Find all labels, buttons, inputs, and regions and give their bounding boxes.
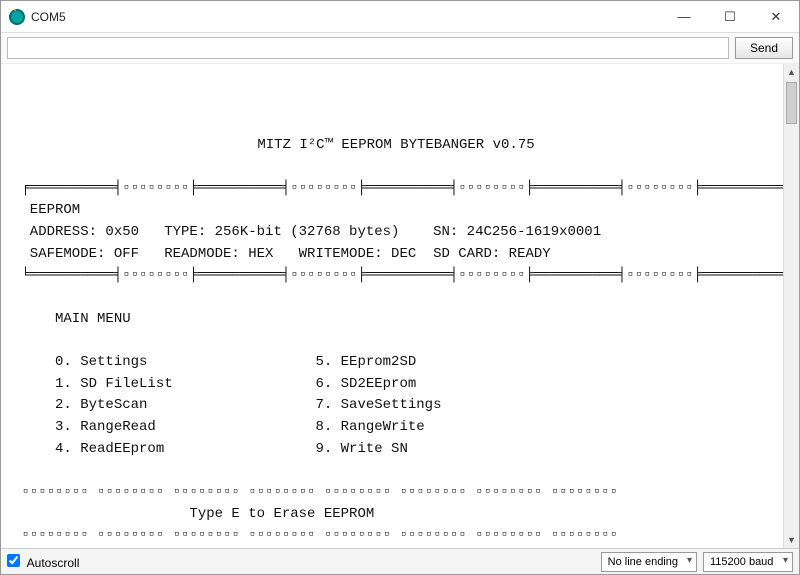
erase-hint: Type E to Erase EEPROM (13, 506, 374, 522)
menu-row: 2. ByteScan 7. SaveSettings (13, 397, 441, 413)
toolbar: Send (1, 33, 799, 64)
rule: ▫▫▫▫▫▫▫▫ ▫▫▫▫▫▫▫▫ ▫▫▫▫▫▫▫▫ ▫▫▫▫▫▫▫▫ ▫▫▫▫… (13, 484, 618, 500)
scrollbar[interactable]: ▲ ▼ (783, 64, 799, 548)
line (13, 115, 21, 131)
serial-monitor-window: COM5 — ☐ ✕ Send MITZ I²C™ EEPROM BYTEBAN… (0, 0, 800, 575)
minimize-button[interactable]: — (661, 2, 707, 32)
line (13, 289, 21, 305)
line (13, 332, 21, 348)
menu-row: 1. SD FileList 6. SD2EEprom (13, 376, 416, 392)
autoscroll-label: Autoscroll (27, 556, 80, 570)
rule: ╒══════════╡▫▫▫▫▫▫▫▫╞══════════╡▫▫▫▫▫▫▫▫… (13, 180, 783, 196)
send-button[interactable]: Send (735, 37, 793, 59)
serial-input[interactable] (7, 37, 729, 59)
rule: ▫▫▫▫▫▫▫▫ ▫▫▫▫▫▫▫▫ ▫▫▫▫▫▫▫▫ ▫▫▫▫▫▫▫▫ ▫▫▫▫… (13, 527, 618, 543)
menu-row: 4. ReadEEprom 9. Write SN (13, 441, 408, 457)
autoscroll-checkbox-wrap[interactable]: Autoscroll (7, 554, 79, 570)
line (13, 94, 21, 110)
titlebar: COM5 — ☐ ✕ (1, 1, 799, 33)
scroll-thumb[interactable] (786, 82, 797, 124)
scroll-up-icon[interactable]: ▲ (784, 64, 799, 80)
serial-output: MITZ I²C™ EEPROM BYTEBANGER v0.75 ╒═════… (1, 64, 783, 548)
menu-row: 3. RangeRead 8. RangeWrite (13, 419, 425, 435)
line-ending-select[interactable]: No line ending (601, 552, 697, 572)
autoscroll-checkbox[interactable] (7, 554, 20, 567)
window-title: COM5 (31, 10, 66, 24)
menu-header: MAIN MENU (13, 311, 131, 327)
line (13, 462, 21, 478)
baud-select[interactable]: 115200 baud (703, 552, 793, 572)
console-area: MITZ I²C™ EEPROM BYTEBANGER v0.75 ╒═════… (1, 64, 799, 548)
maximize-button[interactable]: ☐ (707, 2, 753, 32)
rule: ╘══════════╡▫▫▫▫▫▫▫▫╞══════════╡▫▫▫▫▫▫▫▫… (13, 267, 783, 283)
eeprom-mode-line: SAFEMODE: OFF READMODE: HEX WRITEMODE: D… (13, 246, 551, 262)
eeprom-address-line: ADDRESS: 0x50 TYPE: 256K-bit (32768 byte… (13, 224, 601, 240)
app-title: MITZ I²C™ EEPROM BYTEBANGER v0.75 (13, 135, 779, 157)
menu-row: 0. Settings 5. EEprom2SD (13, 354, 416, 370)
eeprom-header: EEPROM (13, 202, 80, 218)
close-button[interactable]: ✕ (753, 2, 799, 32)
scroll-down-icon[interactable]: ▼ (784, 532, 799, 548)
arduino-icon (9, 9, 25, 25)
statusbar: Autoscroll No line ending 115200 baud (1, 548, 799, 574)
